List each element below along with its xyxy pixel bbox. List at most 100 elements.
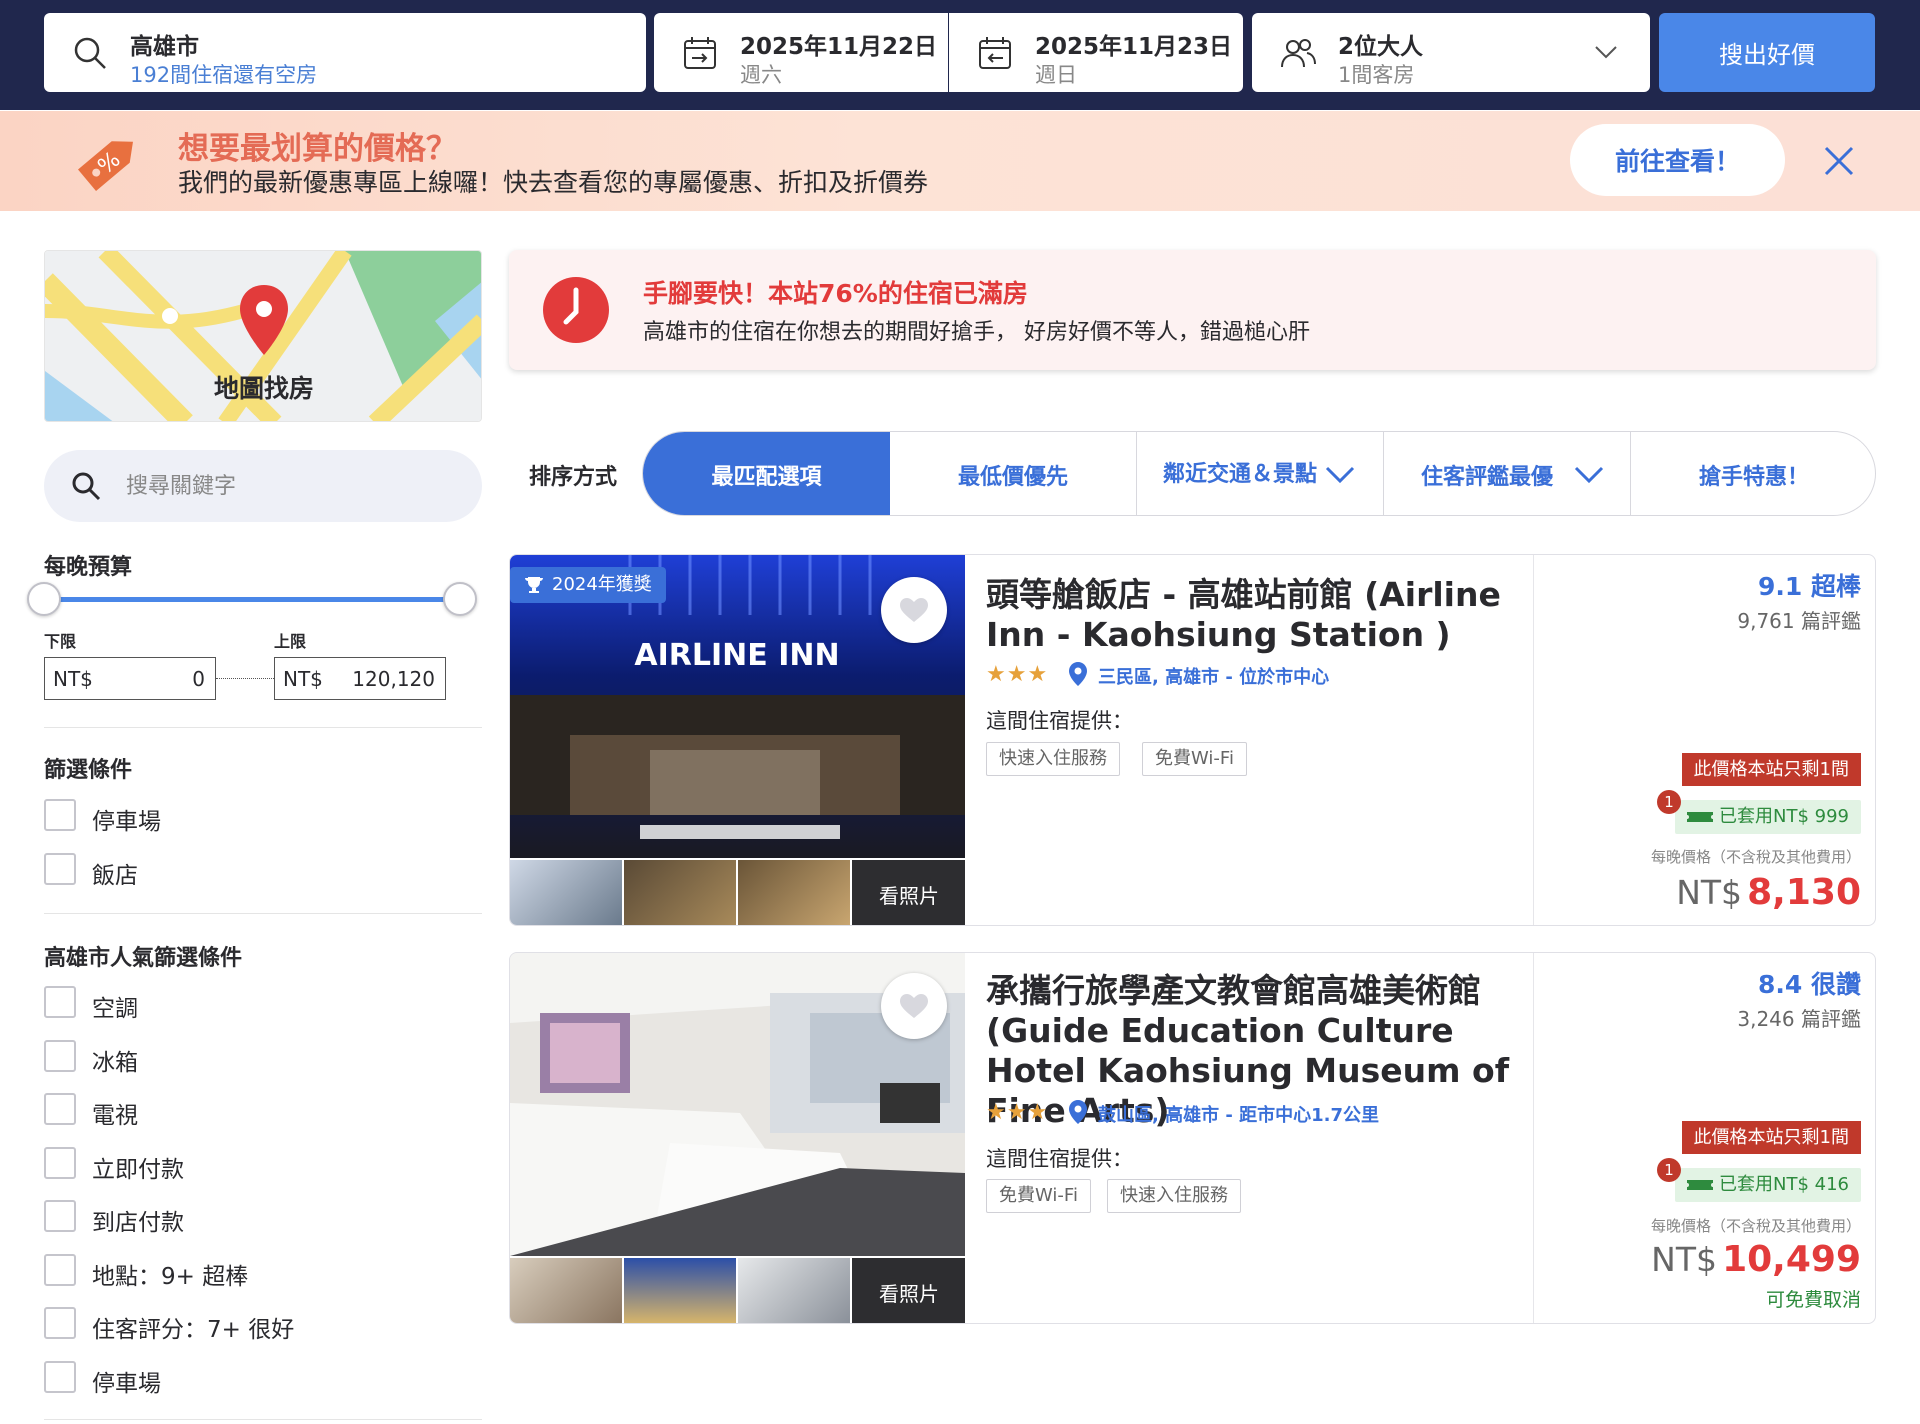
amenity-chip: 快速入住服務 bbox=[1107, 1179, 1241, 1213]
price-amount: 8,130 bbox=[1747, 872, 1861, 913]
filters-title: 篩選條件 bbox=[44, 758, 133, 783]
checkbox[interactable] bbox=[44, 853, 76, 885]
filter-label: 飯店 bbox=[92, 863, 138, 889]
star-rating: ★★★ bbox=[986, 1100, 1049, 1125]
close-icon[interactable] bbox=[1824, 146, 1854, 176]
amenity-chip: 免費Wi-Fi bbox=[986, 1179, 1091, 1213]
budget-max-input[interactable]: NT$ 120,120 bbox=[274, 657, 446, 700]
sort-options: 最匹配選項 最低價優先 鄰近交通＆景點 住客評鑑最優 搶手特惠！ bbox=[642, 431, 1876, 516]
review-score[interactable]: 9.1 超棒 bbox=[1758, 567, 1861, 603]
price-currency: NT$ bbox=[1676, 873, 1743, 912]
budget-min-value: 0 bbox=[192, 667, 205, 691]
checkbox[interactable] bbox=[44, 1147, 76, 1179]
review-score[interactable]: 8.4 很讚 bbox=[1758, 965, 1861, 1001]
destination-field[interactable]: 高雄市 192間住宿還有空房 bbox=[44, 13, 646, 92]
guests-count: 2位大人 bbox=[1338, 34, 1424, 60]
nightly-price[interactable]: NT$ 10,499 bbox=[1651, 1239, 1861, 1280]
destination-value: 高雄市 bbox=[130, 34, 199, 60]
checkbox[interactable] bbox=[44, 1200, 76, 1232]
calendar-checkout-icon bbox=[979, 37, 1011, 69]
favorite-button[interactable] bbox=[881, 577, 947, 643]
guests-icon bbox=[1281, 39, 1316, 68]
budget-min-label: 下限 bbox=[44, 632, 77, 651]
heart-icon bbox=[900, 598, 928, 622]
clock-icon bbox=[543, 277, 609, 343]
trophy-icon bbox=[525, 577, 543, 593]
checkout-field[interactable]: 2025年11月23日 週日 bbox=[949, 13, 1243, 92]
price-note: 每晚價格（不含稅及其他費用） bbox=[1650, 1217, 1861, 1235]
budget-min-handle[interactable] bbox=[27, 582, 61, 616]
sort-option-best-match[interactable]: 最匹配選項 bbox=[643, 432, 890, 515]
checkbox[interactable] bbox=[44, 1361, 76, 1393]
budget-title: 每晚預算 bbox=[44, 555, 133, 580]
search-icon bbox=[72, 472, 101, 501]
hotel-thumbnail[interactable] bbox=[738, 860, 850, 925]
location-pin-icon bbox=[1069, 1100, 1087, 1124]
search-button[interactable]: 搜出好價 bbox=[1659, 13, 1875, 92]
sort-option-label: 住客評鑑最優 bbox=[1420, 464, 1553, 490]
sort-option-nearby[interactable]: 鄰近交通＆景點 bbox=[1137, 432, 1384, 515]
keyword-search[interactable] bbox=[44, 450, 482, 522]
coupon-applied: 已套用NT$ 416 bbox=[1675, 1168, 1861, 1202]
coupon-count-badge: 1 bbox=[1657, 1158, 1681, 1182]
hotel-thumbnail[interactable] bbox=[738, 1258, 850, 1323]
hotel-logo-text: AIRLINE INN bbox=[634, 638, 839, 673]
budget-min-input[interactable]: NT$ 0 bbox=[44, 657, 216, 700]
hotel-thumbnail[interactable] bbox=[624, 1258, 736, 1323]
budget-max-handle[interactable] bbox=[443, 582, 477, 616]
more-photos-label: 看照片 bbox=[879, 1282, 939, 1306]
hotel-card[interactable]: AIRLINE INN 2024年獲獎 看照片 頭等艙飯店 - 高雄站前館 (A… bbox=[509, 554, 1876, 926]
range-divider bbox=[216, 678, 274, 679]
checkbox[interactable] bbox=[44, 1254, 76, 1286]
divider bbox=[44, 1419, 482, 1420]
view-deals-button[interactable]: 前往查看！ bbox=[1570, 124, 1785, 196]
keyword-input[interactable] bbox=[126, 470, 456, 502]
heart-icon bbox=[900, 994, 928, 1018]
ticket-icon bbox=[1687, 1180, 1713, 1190]
checkbox[interactable] bbox=[44, 1040, 76, 1072]
filter-label: 空調 bbox=[92, 996, 138, 1022]
checkbox[interactable] bbox=[44, 799, 76, 831]
checkout-day: 週日 bbox=[1035, 63, 1077, 87]
sort-option-hot-deals[interactable]: 搶手特惠！ bbox=[1631, 432, 1875, 515]
search-icon bbox=[74, 37, 106, 69]
hotel-thumbnail[interactable] bbox=[510, 860, 622, 925]
hotel-location[interactable]: 三民區, 高雄市 - 位於市中心 bbox=[1098, 663, 1329, 689]
hotel-location[interactable]: 鼓山區, 高雄市 - 距市中心1.7公里 bbox=[1098, 1101, 1379, 1127]
chevron-down-icon bbox=[1595, 46, 1617, 59]
currency-label: NT$ bbox=[283, 667, 323, 691]
currency-label: NT$ bbox=[53, 667, 93, 691]
checkbox[interactable] bbox=[44, 1307, 76, 1339]
review-count: 9,761 篇評鑑 bbox=[1737, 609, 1861, 633]
checkbox[interactable] bbox=[44, 1093, 76, 1125]
price-currency: NT$ bbox=[1651, 1240, 1717, 1279]
review-count: 3,246 篇評鑑 bbox=[1737, 1007, 1861, 1031]
availability-text: 192間住宿還有空房 bbox=[130, 63, 318, 87]
filter-label: 停車場 bbox=[92, 809, 161, 835]
guests-field[interactable]: 2位大人 1間客房 bbox=[1252, 13, 1650, 92]
chevron-down-icon bbox=[1325, 466, 1355, 484]
divider bbox=[44, 913, 482, 914]
hotel-thumbnail[interactable] bbox=[624, 860, 736, 925]
favorite-button[interactable] bbox=[881, 973, 947, 1039]
sort-option-top-reviewed[interactable]: 住客評鑑最優 bbox=[1384, 432, 1631, 515]
checkbox[interactable] bbox=[44, 986, 76, 1018]
sort-label: 排序方式 bbox=[529, 465, 618, 490]
budget-slider-track[interactable] bbox=[44, 597, 464, 602]
hotel-name[interactable]: 頭等艙飯店 - 高雄站前館 (Airline Inn - Kaohsiung S… bbox=[986, 575, 1526, 655]
price-note: 每晚價格（不含稅及其他費用） bbox=[1650, 848, 1861, 866]
rooms-count: 1間客房 bbox=[1338, 63, 1415, 87]
sort-option-lowest-price[interactable]: 最低價優先 bbox=[890, 432, 1137, 515]
nightly-price[interactable]: NT$ 8,130 bbox=[1676, 872, 1861, 913]
filter-label: 住客評分：7+ 很好 bbox=[92, 1317, 295, 1343]
hotel-card[interactable]: 看照片 承攜行旅學產文教會館高雄美術館 (Guide Education Cul… bbox=[509, 952, 1876, 1324]
chevron-down-icon bbox=[1574, 466, 1604, 484]
hotel-thumbnail[interactable] bbox=[510, 1258, 622, 1323]
discount-tag-icon: % bbox=[78, 141, 133, 192]
checkout-date: 2025年11月23日 bbox=[1035, 34, 1233, 60]
checkin-field[interactable]: 2025年11月22日 週六 bbox=[654, 13, 948, 92]
award-badge: 2024年獲獎 bbox=[510, 567, 666, 603]
filter-label: 電視 bbox=[92, 1103, 138, 1129]
map-search[interactable]: 地圖找房 bbox=[44, 250, 482, 422]
scarcity-badge: 此價格本站只剩1間 bbox=[1681, 753, 1861, 786]
